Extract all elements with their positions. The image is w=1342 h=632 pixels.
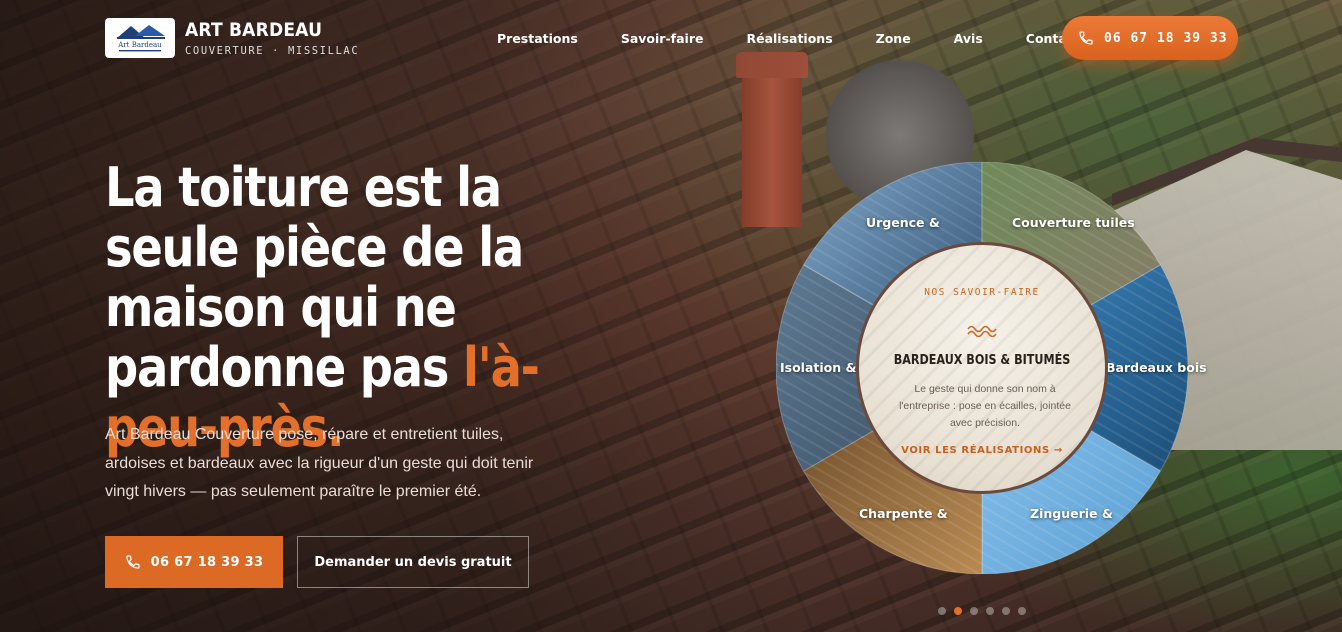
carousel-pagination	[938, 607, 1034, 615]
wheel-center-card: NOS SAVOIR-FAIRE BARDEAUX BOIS & BITUMÉS…	[856, 242, 1108, 494]
pagination-dot[interactable]	[986, 607, 994, 615]
phone-icon	[126, 555, 140, 569]
center-title: BARDEAUX BOIS & BITUMÉS	[893, 353, 1071, 368]
pagination-dot[interactable]	[954, 607, 962, 615]
segment-label-bardeaux-bois[interactable]: Bardeaux bois	[1106, 360, 1207, 375]
center-eyebrow: NOS SAVOIR-FAIRE	[924, 287, 1040, 298]
logo-text: Art Bardeau	[117, 41, 162, 49]
hero-description: Art Bardeau Couverture pose, répare et e…	[105, 426, 534, 500]
hero-title: La toiture est la seule pièce de la mais…	[105, 158, 621, 458]
segment-label-charpente[interactable]: Charpente &	[859, 506, 948, 521]
nav-item-savoir-faire[interactable]: Savoir-faire	[621, 31, 704, 46]
waves-icon	[967, 325, 997, 337]
header-call-button[interactable]: 06 67 18 39 33	[1062, 16, 1238, 60]
hero-title-main: La toiture est la seule pièce de la mais…	[105, 156, 524, 399]
nav-item-avis[interactable]: Avis	[954, 31, 983, 46]
brand-tagline: COUVERTURE · MISSILLAC	[185, 45, 360, 57]
quote-button[interactable]: Demander un devis gratuit	[297, 536, 529, 588]
pagination-dot[interactable]	[1002, 607, 1010, 615]
services-wheel: Urgence & Couverture tuiles Bardeaux boi…	[776, 162, 1207, 574]
nav-item-prestations[interactable]: Prestations	[497, 31, 578, 46]
header-phone-number: 06 67 18 39 33	[1104, 30, 1228, 46]
brand-name[interactable]: ART BARDEAU	[185, 19, 322, 41]
nav-item-realisations[interactable]: Réalisations	[746, 31, 832, 46]
site-header: Art Bardeau ART BARDEAU COUVERTURE · MIS…	[0, 0, 1342, 78]
pagination-dot[interactable]	[1018, 607, 1026, 615]
segment-label-couverture-tuiles[interactable]: Couverture tuiles	[1012, 215, 1135, 230]
pagination-dot[interactable]	[970, 607, 978, 615]
main-nav: Prestations Savoir-faire Réalisations Zo…	[497, 31, 1080, 46]
see-realisations-link[interactable]: VOIR LES RÉALISATIONS →	[859, 445, 1105, 456]
phone-icon	[1079, 31, 1093, 45]
nav-item-zone[interactable]: Zone	[876, 31, 911, 46]
logo-roof-icon: Art Bardeau	[117, 25, 165, 52]
hero-call-button-label: 06 67 18 39 33	[150, 554, 264, 570]
segment-label-isolation[interactable]: Isolation &	[780, 360, 856, 375]
pagination-dot[interactable]	[938, 607, 946, 615]
logo[interactable]: Art Bardeau	[105, 18, 175, 58]
segment-label-zinguerie[interactable]: Zinguerie &	[1030, 506, 1113, 521]
hero-call-button[interactable]: 06 67 18 39 33	[105, 536, 283, 588]
center-text: Le geste qui donne son nom à l'entrepris…	[899, 383, 1071, 429]
segment-label-urgence[interactable]: Urgence &	[866, 215, 940, 230]
